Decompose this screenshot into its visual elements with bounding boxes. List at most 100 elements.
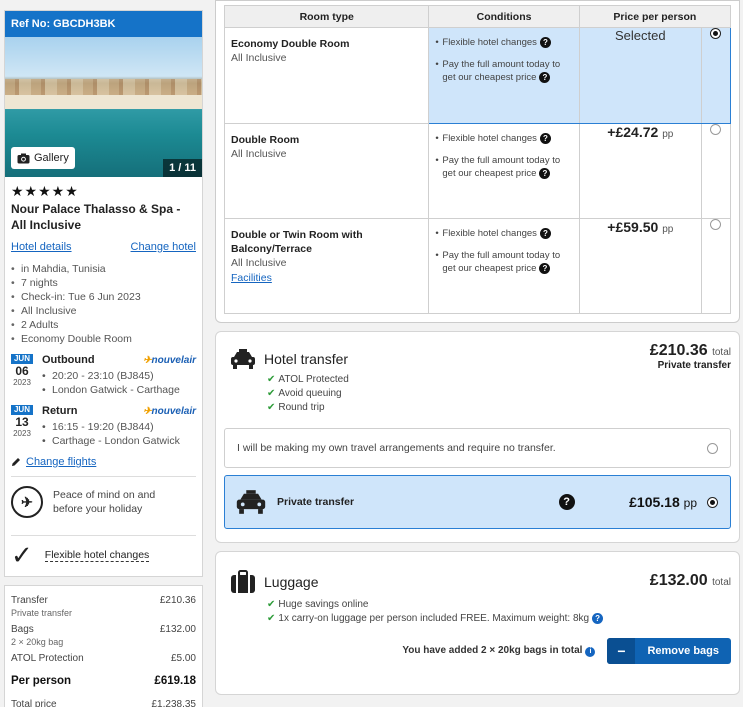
minus-icon: − — [607, 638, 636, 664]
price-value: £1,238.35 — [151, 699, 197, 707]
radio-selected-icon[interactable] — [710, 28, 722, 39]
help-icon[interactable]: ? — [539, 132, 551, 144]
help-icon[interactable]: ? — [539, 227, 551, 239]
fact-location: in Mahdia, Tunisia — [11, 262, 196, 276]
room-board: All Inclusive — [231, 257, 287, 269]
hotel-summary-card: Ref No: GBCDH3BK Gallery 1 / 11 ★★★★★ No… — [4, 10, 203, 577]
hotel-photo[interactable]: Gallery 1 / 11 — [5, 37, 202, 177]
radio-selected-icon[interactable] — [707, 496, 718, 508]
remove-bags-button[interactable]: − Remove bags — [607, 638, 731, 664]
room-conditions: Flexible hotel changes? Pay the full amo… — [428, 27, 580, 124]
header-price: Price per person — [578, 5, 732, 28]
radio-icon[interactable] — [707, 442, 718, 454]
help-icon[interactable]: ? — [539, 71, 551, 83]
date-day: 06 — [15, 364, 29, 378]
no-transfer-label: I will be making my own travel arrangeme… — [237, 442, 556, 454]
peace-line-2: before your holiday — [53, 503, 143, 515]
help-icon[interactable]: ? — [592, 612, 604, 624]
facilities-link[interactable]: Facilities — [231, 272, 422, 284]
luggage-title: Luggage — [224, 560, 319, 594]
taxi-icon — [231, 349, 255, 369]
room-selection: Room type Conditions Price per person Ec… — [215, 0, 740, 323]
booking-sidebar: Ref No: GBCDH3BK Gallery 1 / 11 ★★★★★ No… — [4, 10, 203, 707]
help-icon[interactable]: ? — [539, 167, 551, 179]
flexible-changes: ✓ Flexible hotel changes — [11, 536, 196, 576]
header-room-type: Room type — [223, 5, 430, 28]
flight-info: Return ✈nouvelair 16:15 - 19:20 (BJ844) … — [42, 405, 196, 448]
luggage-footer: You have added 2 × 20kg bags in total i −… — [224, 638, 731, 664]
room-name: Double or Twin Room with Balcony/Terrace — [231, 229, 363, 255]
date-day: 13 — [15, 415, 29, 429]
change-flights-row[interactable]: Change flights — [11, 456, 196, 468]
room-price: Selected — [578, 27, 702, 124]
airline-logo: ✈nouvelair — [143, 354, 196, 366]
flight-title: Return — [42, 405, 78, 417]
gallery-label: Gallery — [34, 152, 69, 164]
bags-added-note: You have added 2 × 20kg bags in total i — [402, 645, 596, 657]
date-year: 2023 — [13, 429, 31, 438]
room-board: All Inclusive — [231, 52, 287, 64]
date-month: JUN — [11, 354, 33, 364]
private-transfer-price: £105.18 pp — [629, 494, 697, 510]
peace-line-1: Peace of mind on and — [53, 489, 156, 501]
price-summary: Transfer Private transfer £210.36 Bags 2 ×… — [4, 585, 203, 707]
change-flights-link[interactable]: Change flights — [26, 456, 96, 468]
date-year: 2023 — [13, 378, 31, 387]
help-icon[interactable]: ? — [539, 36, 551, 48]
hotel-facts: in Mahdia, Tunisia 7 nights Check-in: Tu… — [11, 262, 196, 346]
luggage-card: Luggage £132.00 total Huge savings onlin… — [215, 551, 740, 695]
room-row[interactable]: Economy Double Room All Inclusive Flexib… — [223, 27, 732, 124]
luggage-benefits: Huge savings online 1x carry-on luggage … — [267, 598, 731, 626]
hotel-details-link[interactable]: Hotel details — [11, 241, 72, 253]
date-badge: JUN 13 2023 — [11, 405, 33, 448]
transfer-total: £210.36 total Private transfer — [649, 342, 731, 371]
peace-of-mind: ✈ Peace of mind on and before your holid… — [11, 477, 196, 527]
camera-icon — [17, 153, 30, 163]
change-hotel-link[interactable]: Change hotel — [131, 241, 196, 253]
transfer-benefits: ATOL Protected Avoid queuing Round trip — [267, 373, 731, 415]
photo-counter: 1 / 11 — [163, 159, 202, 177]
room-conditions: Flexible hotel changes? Pay the full amo… — [428, 218, 580, 314]
gallery-button[interactable]: Gallery — [11, 147, 75, 169]
taxi-icon — [236, 490, 266, 514]
hotel-name: Nour Palace Thalasso & Spa - All Inclusi… — [11, 202, 181, 232]
radio-icon[interactable] — [710, 124, 722, 135]
photo-beach — [5, 95, 202, 109]
info-icon[interactable]: i — [585, 647, 596, 657]
fact-room: Economy Double Room — [11, 332, 196, 346]
luggage-icon — [231, 570, 255, 593]
checkmark-icon: ✓ — [11, 540, 33, 570]
hotel-transfer-card: Hotel transfer £210.36 total Private tra… — [215, 331, 740, 543]
date-badge: JUN 06 2023 — [11, 354, 33, 397]
fact-board: All Inclusive — [11, 304, 196, 318]
room-price: +£24.72 pp — [578, 123, 702, 219]
transfer-title: Hotel transfer — [224, 340, 348, 370]
room-type-cell: Double Room All Inclusive — [223, 123, 430, 219]
price-row-per-person: Per person £619.18 — [11, 675, 196, 687]
hotel-links: Hotel details Change hotel — [11, 241, 196, 253]
room-radio[interactable] — [700, 218, 732, 314]
help-icon[interactable]: ? — [558, 494, 575, 510]
date-month: JUN — [11, 405, 33, 415]
room-radio[interactable] — [700, 123, 732, 219]
fact-checkin: Check-in: Tue 6 Jun 2023 — [11, 290, 196, 304]
room-table: Room type Conditions Price per person Ec… — [223, 5, 732, 314]
header-conditions: Conditions — [428, 5, 580, 28]
price-row-transfer: Transfer Private transfer £210.36 — [11, 595, 196, 618]
pencil-icon — [12, 458, 20, 466]
no-transfer-option[interactable]: I will be making my own travel arrangeme… — [224, 428, 731, 468]
room-row[interactable]: Double or Twin Room with Balcony/Terrace… — [223, 218, 732, 314]
room-row[interactable]: Double Room All Inclusive Flexible hotel… — [223, 123, 732, 219]
booking-options: Room type Conditions Price per person Ec… — [215, 0, 740, 695]
fact-nights: 7 nights — [11, 276, 196, 290]
room-radio[interactable] — [700, 27, 732, 124]
airline-logo: ✈nouvelair — [143, 405, 196, 417]
flight-time: 20:20 - 23:10 (BJ845) — [42, 369, 196, 383]
radio-icon[interactable] — [710, 219, 722, 230]
price-value: £132.00 — [159, 624, 196, 635]
private-transfer-option[interactable]: Private transfer ? £105.18 pp — [224, 475, 731, 529]
flexible-changes-label[interactable]: Flexible hotel changes — [44, 549, 150, 562]
flight-title: Outbound — [42, 354, 95, 366]
room-name: Economy Double Room — [231, 38, 350, 50]
help-icon[interactable]: ? — [539, 262, 551, 274]
